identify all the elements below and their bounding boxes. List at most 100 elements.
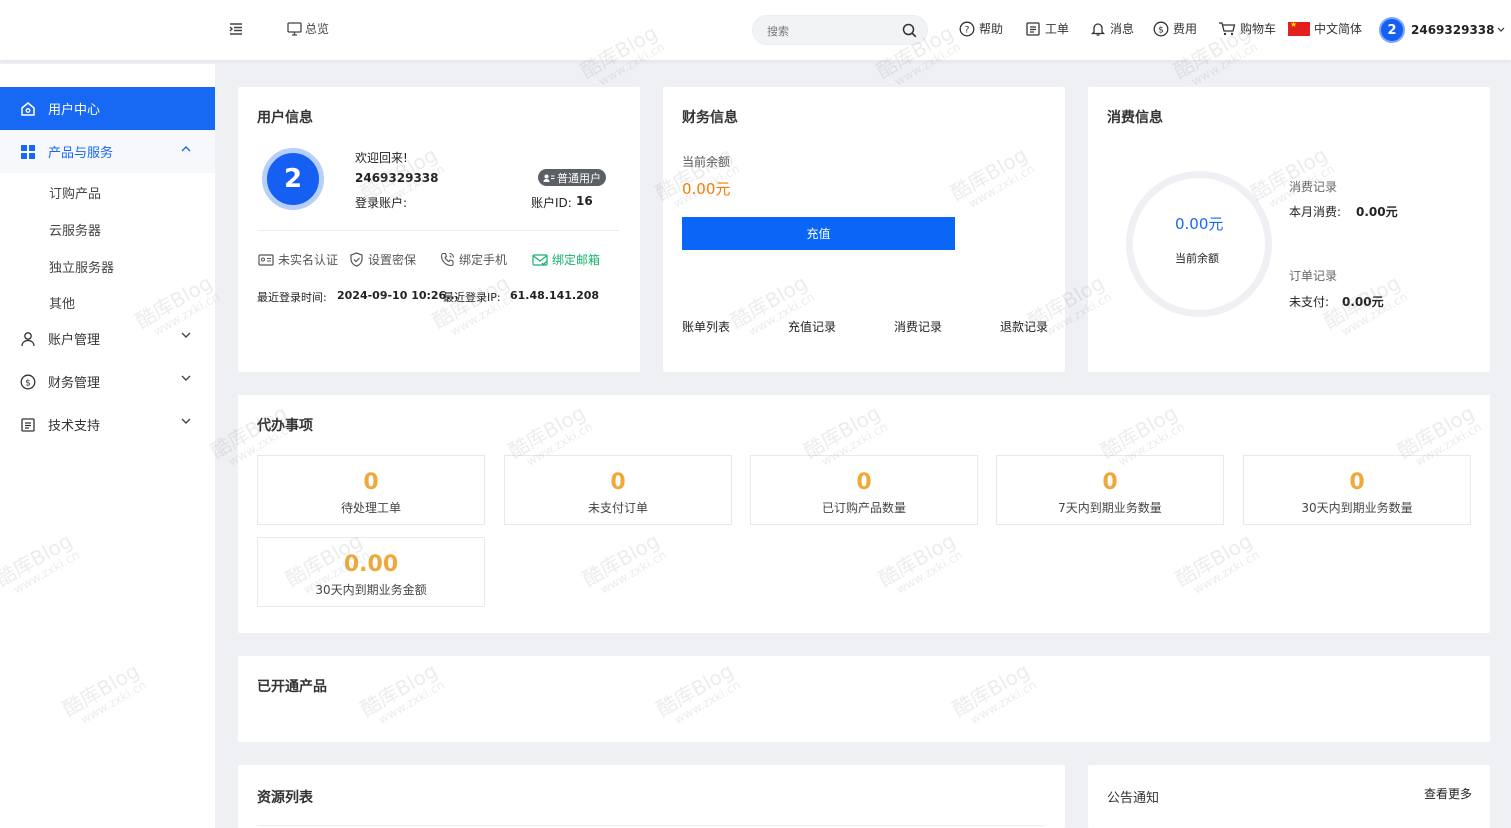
ticket-icon (1026, 21, 1040, 36)
login-account-label: 登录账户: (355, 196, 408, 210)
dollar-icon: $ (1153, 21, 1169, 36)
cost-link[interactable]: $ 费用 (1153, 20, 1197, 37)
stat-value: 0 (610, 470, 626, 495)
status-badge: 普通用户 (538, 169, 606, 186)
stat-value: 0 (363, 470, 379, 495)
stat-ordered-products[interactable]: 0 已订购产品数量 (750, 455, 978, 525)
sidebar-item-user-center[interactable]: 用户中心 (0, 87, 215, 130)
bind-phone-link[interactable]: 绑定手机 (440, 251, 507, 268)
shield-check-icon (350, 252, 363, 267)
language-selector[interactable]: 中文简体 (1288, 20, 1362, 37)
card-title: 用户信息 (257, 110, 313, 126)
document-icon (21, 417, 35, 432)
stat-label: 30天内到期业务金额 (315, 583, 427, 597)
sidebar-subitem-order-products[interactable]: 订购产品 (49, 183, 101, 202)
card-title: 代办事项 (257, 418, 313, 434)
sidebar-item-label: 用户中心 (48, 103, 101, 118)
svg-text:?: ? (965, 25, 970, 35)
avatar: 2 (262, 148, 324, 210)
menu-toggle-icon[interactable] (229, 22, 243, 36)
top-bar: 总览 ? 帮助 工单 消息 $ 费用 购物车 中文简体 2 2469329338 (0, 0, 1511, 60)
view-more-link[interactable]: 查看更多 (1424, 785, 1472, 802)
account-name: 2469329338 (355, 171, 439, 185)
chevron-down-icon (181, 332, 191, 338)
avatar: 2 (1379, 17, 1405, 43)
bind-email-link[interactable]: 绑定邮箱 (532, 251, 600, 268)
realname-verify-label: 未实名认证 (278, 253, 339, 267)
sidebar-subitem-other[interactable]: 其他 (49, 293, 75, 312)
bind-phone-label: 绑定手机 (459, 253, 508, 267)
welcome-text: 欢迎回来! (355, 151, 408, 165)
user-icon (21, 331, 35, 346)
user-menu[interactable]: 2 2469329338 (1379, 17, 1505, 43)
refund-record-link[interactable]: 退款记录 (1000, 318, 1048, 335)
balance-value: 0.00元 (682, 180, 731, 198)
message-label: 消息 (1110, 22, 1135, 36)
divider (257, 230, 620, 231)
ring-value: 0.00元 (1175, 215, 1224, 233)
recharge-record-link[interactable]: 充值记录 (788, 318, 836, 335)
ring-label: 当前余额 (1175, 252, 1219, 265)
unpaid-value: 0.00元 (1342, 295, 1384, 309)
help-icon: ? (959, 21, 975, 36)
cart-link[interactable]: 购物车 (1218, 20, 1276, 37)
stat-label: 已订购产品数量 (821, 501, 906, 515)
account-id-label: 账户ID: (531, 196, 572, 210)
card-title: 财务信息 (682, 110, 738, 126)
stat-value: 0.00 (343, 552, 399, 577)
china-flag-icon (1288, 20, 1310, 36)
stat-pending-tickets[interactable]: 0 待处理工单 (257, 455, 485, 525)
sidebar-subitem-cloud-servers[interactable]: 云服务器 (49, 220, 101, 239)
sidebar-item-finance[interactable]: $ 财务管理 (0, 360, 215, 403)
overview-label: 总览 (305, 22, 330, 36)
month-consume-value: 0.00元 (1356, 205, 1398, 219)
order-record-label: 订单记录 (1289, 269, 1338, 283)
ticket-link[interactable]: 工单 (1025, 20, 1069, 37)
stat-value: 0 (856, 470, 872, 495)
help-label: 帮助 (979, 22, 1004, 36)
stat-unpaid-orders[interactable]: 0 未支付订单 (504, 455, 732, 525)
recharge-button[interactable]: 充值 (682, 217, 955, 250)
notice-card: 公告通知 查看更多 (1088, 765, 1490, 828)
bind-email-label: 绑定邮箱 (552, 253, 601, 267)
stat-label: 7天内到期业务数量 (1058, 501, 1162, 515)
sidebar-item-support[interactable]: 技术支持 (0, 403, 215, 446)
consume-record-link[interactable]: 消费记录 (894, 318, 942, 335)
last-login-time: 2024-09-10 10:26... (337, 289, 459, 302)
chevron-down-icon (181, 418, 191, 424)
bell-icon (1090, 22, 1106, 36)
badge-label: 普通用户 (557, 171, 601, 185)
chevron-down-icon (181, 375, 191, 381)
security-setting-link[interactable]: 设置密保 (349, 251, 416, 268)
phone-icon (440, 252, 454, 267)
consume-record-label: 消费记录 (1289, 180, 1338, 194)
todo-card: 代办事项 0 待处理工单 0 未支付订单 0 已订购产品数量 0 7天内到期业务… (238, 395, 1490, 633)
message-link[interactable]: 消息 (1090, 20, 1134, 37)
overview-link[interactable]: 总览 (287, 20, 329, 37)
search-input[interactable] (767, 22, 897, 40)
search-icon[interactable] (902, 23, 917, 41)
sidebar: 用户中心 产品与服务 订购产品 云服务器 独立服务器 其他 账户管理 $ 财务管… (0, 64, 215, 828)
stat-expiring-7-days[interactable]: 0 7天内到期业务数量 (996, 455, 1224, 525)
stat-expiring-30-days[interactable]: 0 30天内到期业务数量 (1243, 455, 1471, 525)
realname-verify-link[interactable]: 未实名认证 (258, 251, 338, 268)
card-title: 公告通知 (1107, 791, 1160, 806)
sidebar-item-products[interactable]: 产品与服务 (0, 130, 215, 173)
sidebar-item-label: 账户管理 (48, 333, 101, 348)
help-link[interactable]: ? 帮助 (959, 20, 1003, 37)
cost-label: 费用 (1173, 22, 1198, 36)
dollar-icon: $ (20, 374, 36, 389)
security-setting-label: 设置密保 (368, 253, 417, 267)
id-card-icon (258, 253, 274, 266)
finance-card: 财务信息 当前余额 0.00元 充值 账单列表 充值记录 消费记录 退款记录 (663, 87, 1065, 372)
stat-value: 0 (1102, 470, 1118, 495)
grid-icon (21, 144, 35, 159)
svg-text:$: $ (1158, 25, 1164, 35)
sidebar-item-account[interactable]: 账户管理 (0, 317, 215, 360)
language-label: 中文简体 (1314, 22, 1363, 36)
user-card-icon (543, 174, 555, 182)
monitor-icon (287, 21, 302, 36)
sidebar-subitem-dedicated-servers[interactable]: 独立服务器 (49, 257, 114, 276)
bill-list-link[interactable]: 账单列表 (682, 318, 730, 335)
stat-expiring-30-days-amount[interactable]: 0.00 30天内到期业务金额 (257, 537, 485, 607)
